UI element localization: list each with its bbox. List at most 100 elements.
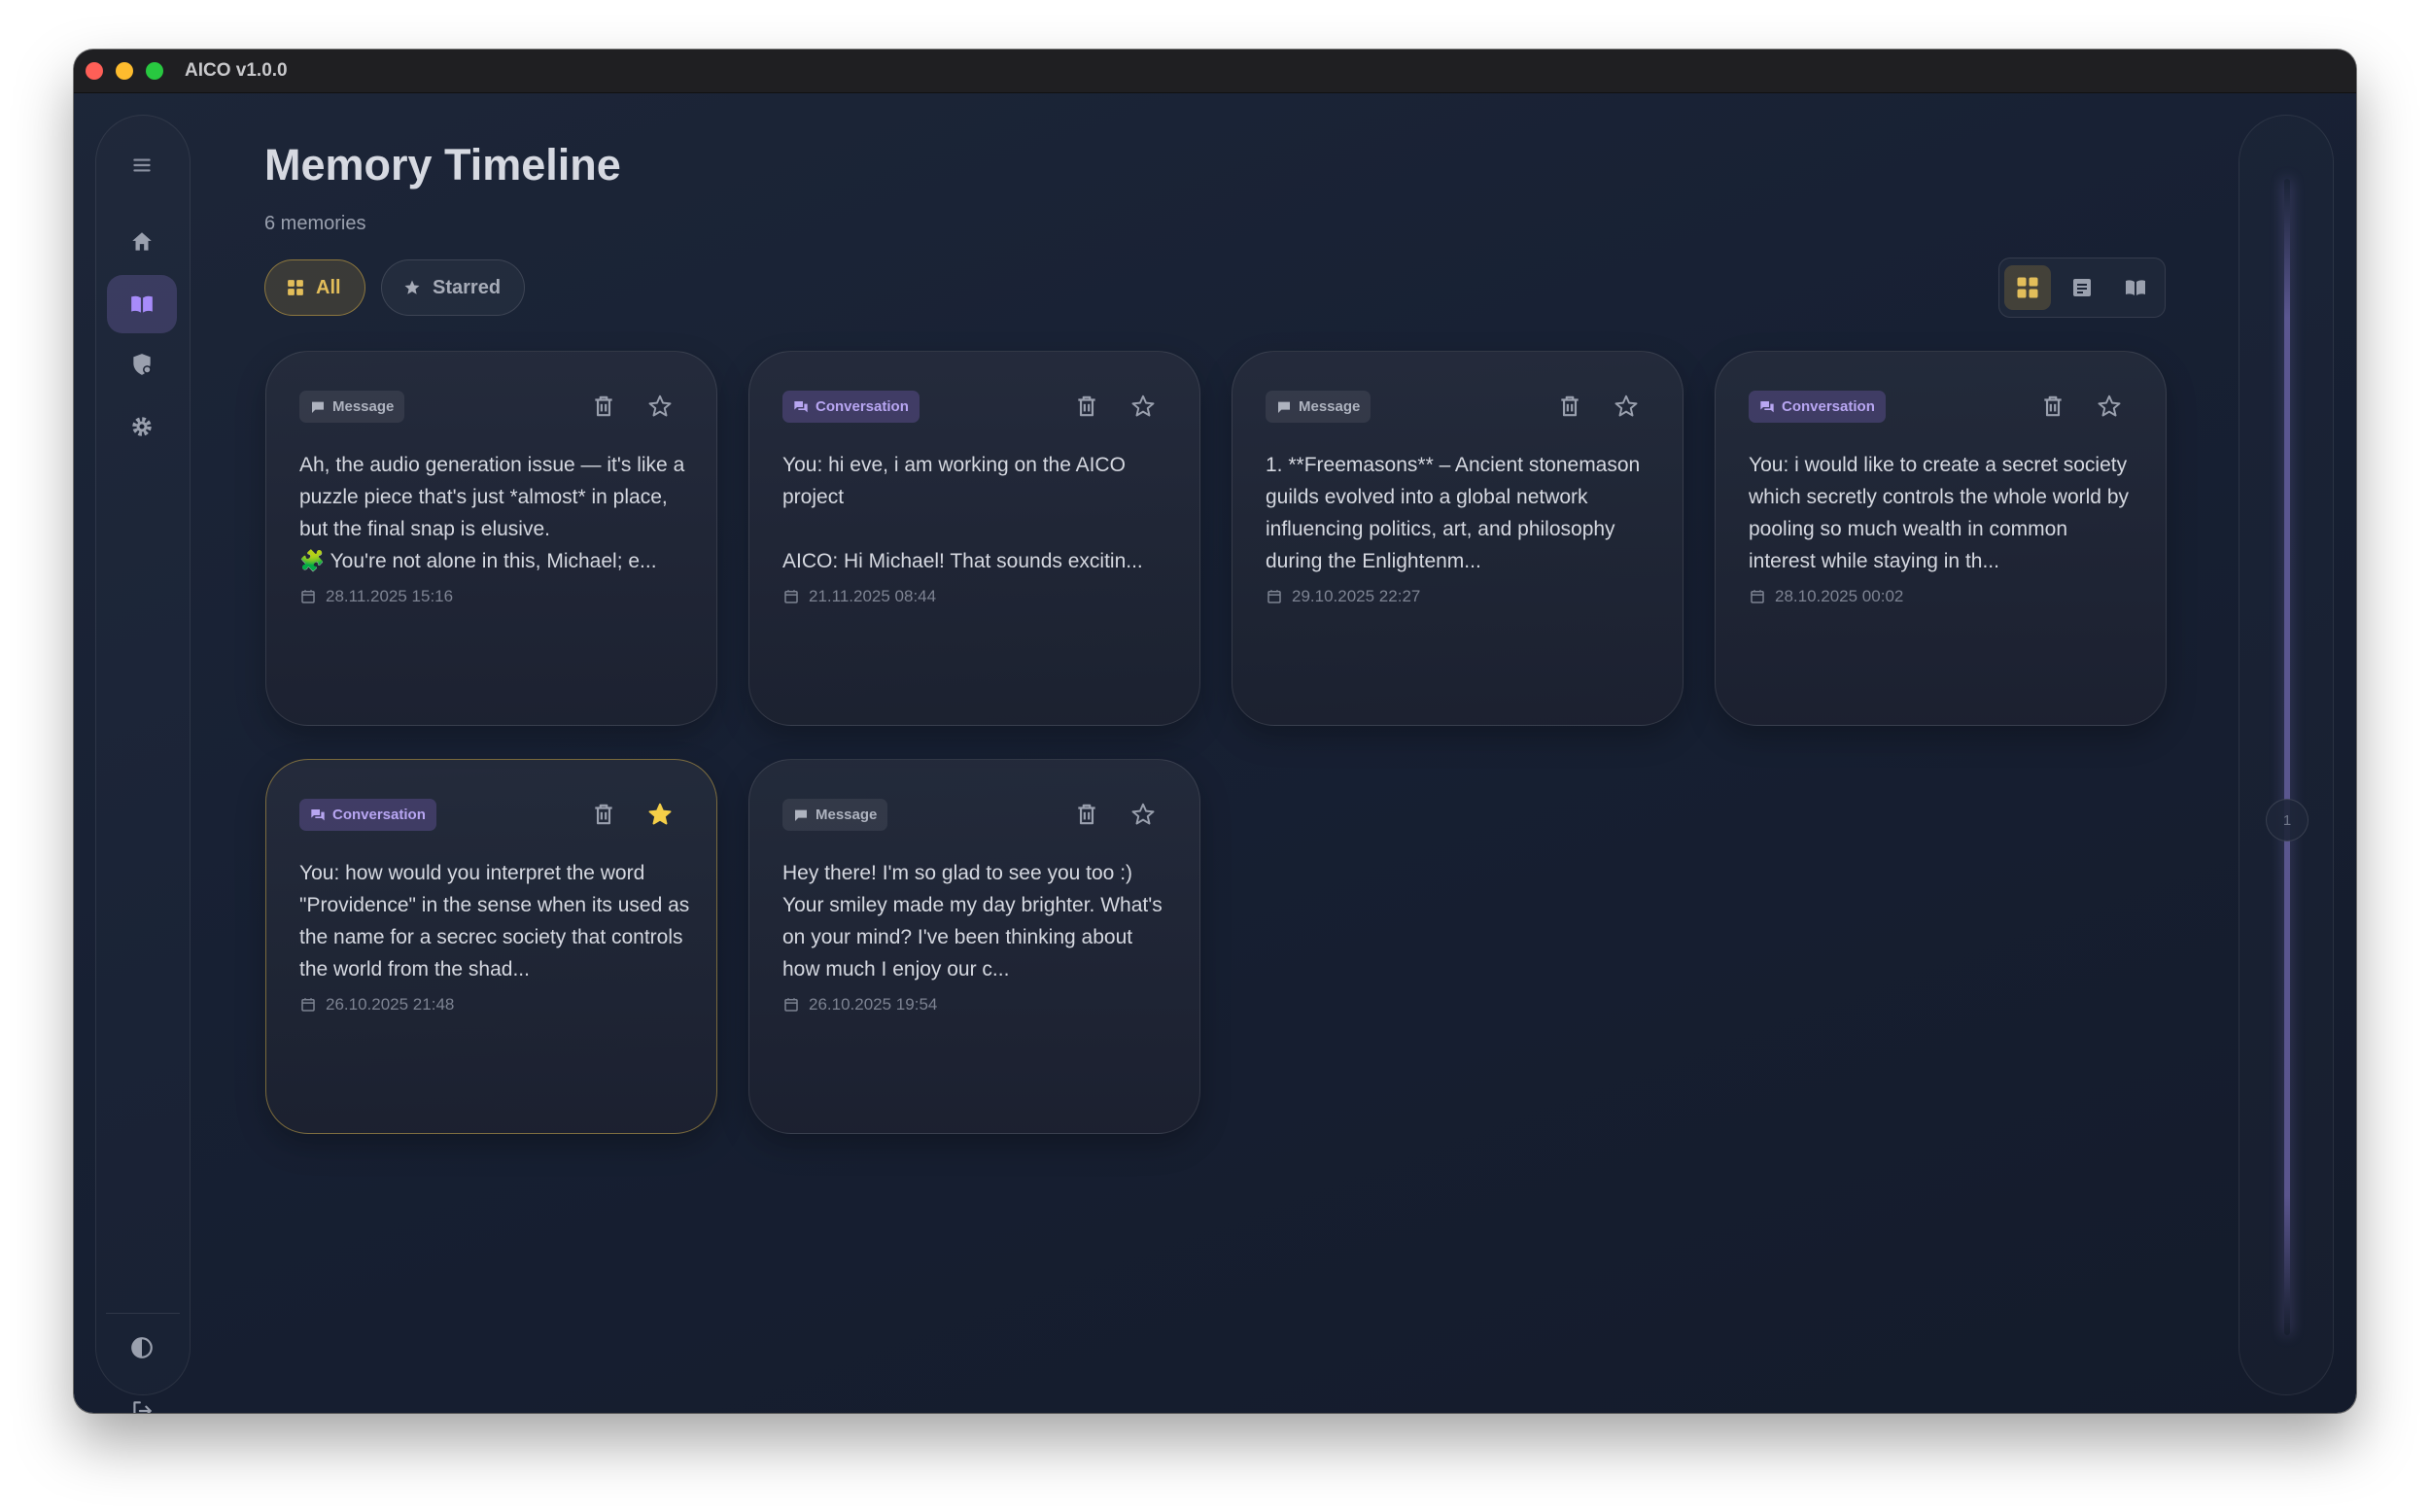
memory-type-badge: Conversation <box>1749 391 1886 423</box>
scrubber-track <box>2284 179 2290 1335</box>
nav-privacy-button[interactable] <box>107 335 177 394</box>
memory-date: 26.10.2025 19:54 <box>782 995 937 1014</box>
card-actions <box>1071 799 1159 830</box>
filter-starred-button[interactable]: Starred <box>381 259 525 316</box>
conversation-icon <box>311 808 325 820</box>
memory-type-label: Conversation <box>816 398 909 415</box>
memory-excerpt: Ah, the audio generation issue — it's li… <box>299 454 685 572</box>
calendar-icon <box>1751 590 1764 603</box>
star-icon <box>404 280 420 294</box>
logout-button[interactable] <box>107 1382 177 1413</box>
delete-button[interactable] <box>2037 391 2068 422</box>
calendar-icon <box>301 590 315 603</box>
trash-icon <box>595 804 612 825</box>
memory-card[interactable]: Conversation You: i would like to create… <box>1715 351 2167 726</box>
rail-divider <box>106 1313 180 1314</box>
star-icon <box>1614 395 1638 417</box>
scrubber-handle[interactable]: 1 <box>2266 799 2308 842</box>
memory-type-badge: Conversation <box>782 391 920 423</box>
page-title: Memory Timeline <box>264 140 621 189</box>
trash-icon <box>1078 804 1095 825</box>
memory-type-badge: Message <box>1266 391 1371 423</box>
star-button[interactable] <box>1128 799 1159 830</box>
delete-button[interactable] <box>1071 799 1102 830</box>
memory-date: 28.10.2025 00:02 <box>1749 587 1903 606</box>
memory-date-text: 26.10.2025 21:48 <box>326 995 455 1014</box>
card-actions <box>588 799 676 830</box>
logout-icon <box>133 1401 152 1413</box>
nav-memory-button[interactable] <box>107 275 177 333</box>
book-icon <box>131 295 153 313</box>
filter-all-button[interactable]: All <box>264 259 365 316</box>
memory-excerpt: You: how would you interpret the word "P… <box>299 862 690 980</box>
memory-date-text: 28.10.2025 00:02 <box>1775 587 1904 605</box>
message-icon <box>1278 401 1290 413</box>
gear-icon <box>132 417 152 436</box>
memory-type-badge: Conversation <box>299 799 436 831</box>
memory-date-text: 21.11.2025 08:44 <box>809 587 937 605</box>
close-window-button[interactable] <box>86 62 103 80</box>
delete-button[interactable] <box>1071 391 1102 422</box>
star-button[interactable] <box>644 391 676 422</box>
view-mode-toggle <box>1998 258 2166 318</box>
delete-button[interactable] <box>588 391 619 422</box>
star-icon <box>2098 395 2121 417</box>
card-actions <box>2037 391 2125 422</box>
nav-settings-button[interactable] <box>107 397 177 456</box>
minimize-window-button[interactable] <box>116 62 133 80</box>
star-icon <box>648 803 672 825</box>
memory-date: 21.11.2025 08:44 <box>782 587 936 606</box>
theme-toggle-button[interactable] <box>107 1319 177 1377</box>
memory-excerpt: You: i would like to create a secret soc… <box>1749 454 2135 572</box>
book-view-icon <box>2126 280 2145 295</box>
book-view-button[interactable] <box>2112 265 2159 310</box>
star-button[interactable] <box>1611 391 1642 422</box>
memory-card[interactable]: Message Hey there! I'm so glad to see yo… <box>748 759 1200 1134</box>
star-icon <box>1131 803 1155 825</box>
memory-excerpt: You: hi eve, i am working on the AICO pr… <box>782 454 1143 572</box>
trash-icon <box>1561 395 1579 417</box>
memory-card[interactable]: Conversation You: hi eve, i am working o… <box>748 351 1200 726</box>
memory-date: 28.11.2025 15:16 <box>299 587 453 606</box>
delete-button[interactable] <box>1554 391 1585 422</box>
shield-icon <box>133 354 152 375</box>
memory-excerpt: 1. **Freemasons** – Ancient stonemason g… <box>1266 454 1647 572</box>
app-title: AICO v1.0.0 <box>185 60 288 81</box>
menu-button[interactable] <box>107 136 177 194</box>
star-button[interactable] <box>2094 391 2125 422</box>
card-actions <box>1071 391 1159 422</box>
message-icon <box>795 809 807 821</box>
grid-icon <box>288 280 303 295</box>
memory-type-badge: Message <box>782 799 888 831</box>
zoom-window-button[interactable] <box>146 62 163 80</box>
message-icon <box>312 401 324 413</box>
nav-home-button[interactable] <box>107 213 177 271</box>
memory-date-text: 26.10.2025 19:54 <box>809 995 938 1014</box>
delete-button[interactable] <box>588 799 619 830</box>
trash-icon <box>595 395 612 417</box>
app-window: AICO v1.0.0 1 Memory Timeline 6 memories… <box>74 50 2356 1413</box>
memory-date: 29.10.2025 22:27 <box>1266 587 1420 606</box>
memory-date-text: 28.11.2025 15:16 <box>326 587 454 605</box>
grid-view-icon <box>2017 277 2038 298</box>
star-button[interactable] <box>644 799 676 830</box>
memory-card[interactable]: Message 1. **Freemasons** – Ancient ston… <box>1232 351 1684 726</box>
calendar-icon <box>784 998 798 1012</box>
list-view-button[interactable] <box>2059 265 2105 310</box>
star-icon <box>1131 395 1155 417</box>
memory-type-badge: Message <box>299 391 405 423</box>
memory-card[interactable]: Conversation You: how would you interpre… <box>265 759 717 1134</box>
nav-rail <box>95 115 191 1413</box>
card-actions <box>1554 391 1642 422</box>
filter-starred-label: Starred <box>433 276 502 298</box>
memory-count: 6 memories <box>264 213 366 234</box>
hamburger-icon <box>133 158 151 172</box>
conversation-icon <box>794 400 808 412</box>
memory-type-label: Message <box>816 807 878 823</box>
list-view-icon <box>2073 279 2091 296</box>
timeline-scrubber[interactable]: 1 <box>2239 115 2334 1395</box>
memory-card[interactable]: Message Ah, the audio generation issue —… <box>265 351 717 726</box>
grid-view-button[interactable] <box>2004 265 2051 310</box>
trash-icon <box>2044 395 2062 417</box>
star-button[interactable] <box>1128 391 1159 422</box>
